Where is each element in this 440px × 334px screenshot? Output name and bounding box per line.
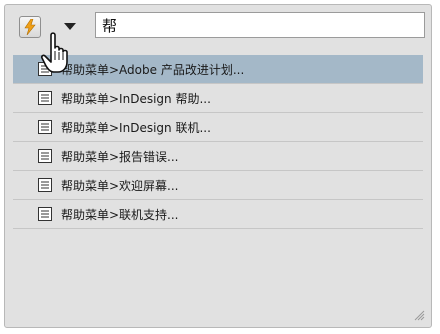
document-icon — [38, 178, 52, 192]
result-label: 帮助菜单>Adobe 产品改进计划... — [61, 62, 245, 77]
list-item[interactable]: 帮助菜单>Adobe 产品改进计划... — [13, 55, 423, 84]
document-icon — [38, 62, 52, 76]
result-label: 帮助菜单>报告错误... — [61, 149, 179, 164]
list-item[interactable]: 帮助菜单>InDesign 帮助... — [13, 84, 423, 113]
result-label: 帮助菜单>联机支持... — [61, 207, 179, 222]
toolbar — [5, 5, 431, 47]
document-icon — [38, 91, 52, 105]
list-item[interactable]: 帮助菜单>联机支持... — [13, 200, 423, 229]
document-icon — [38, 149, 52, 163]
list-item[interactable]: 帮助菜单>InDesign 联机... — [13, 113, 423, 142]
quick-apply-button[interactable] — [19, 16, 41, 38]
list-item[interactable]: 帮助菜单>报告错误... — [13, 142, 423, 171]
result-label: 帮助菜单>InDesign 帮助... — [61, 91, 211, 106]
results-list: 帮助菜单>Adobe 产品改进计划... 帮助菜单>InDesign 帮助...… — [13, 55, 423, 229]
document-icon — [38, 120, 52, 134]
lightning-bolt-icon — [24, 19, 36, 35]
result-label: 帮助菜单>InDesign 联机... — [61, 120, 211, 135]
result-label: 帮助菜单>欢迎屏幕... — [61, 178, 179, 193]
document-icon — [38, 207, 52, 221]
triangle-down-icon[interactable] — [63, 20, 77, 32]
quick-apply-panel: 帮助菜单>Adobe 产品改进计划... 帮助菜单>InDesign 帮助...… — [4, 4, 432, 328]
search-input[interactable] — [95, 12, 425, 38]
resize-grip-icon[interactable] — [413, 309, 425, 321]
list-item[interactable]: 帮助菜单>欢迎屏幕... — [13, 171, 423, 200]
